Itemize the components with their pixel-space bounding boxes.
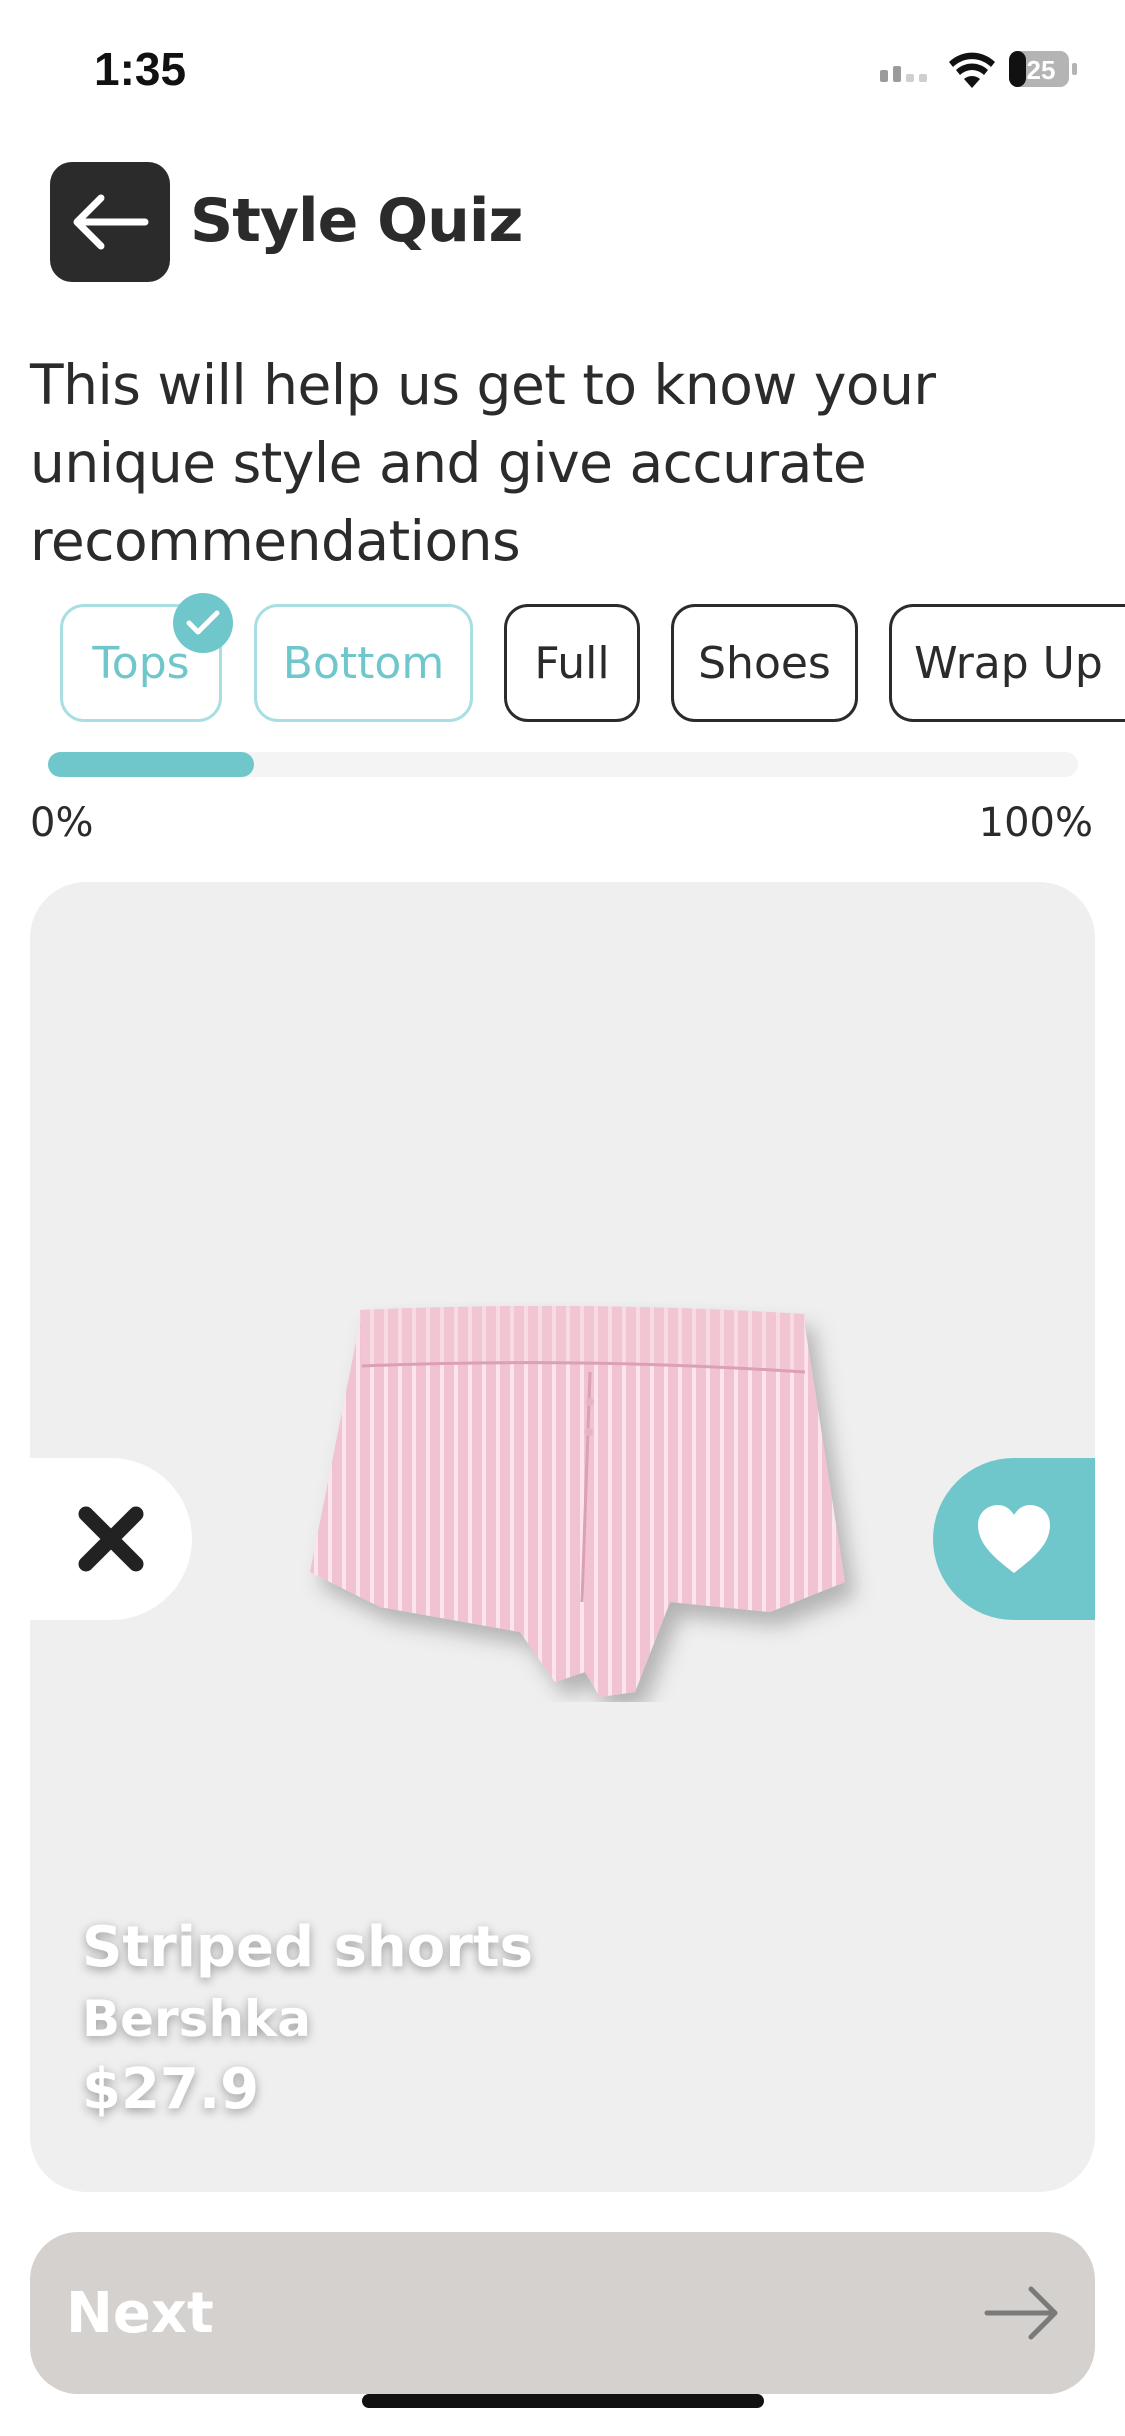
page-title: Style Quiz [190, 186, 523, 256]
progress-bar [48, 752, 1078, 777]
status-time: 1:35 [94, 43, 187, 95]
wifi-icon [949, 52, 995, 88]
tab-label: Full [534, 637, 610, 689]
tab-bottom[interactable]: Bottom [254, 604, 473, 722]
status-bar: 1:35 25 [0, 0, 1125, 140]
home-indicator [362, 2394, 764, 2408]
product-card[interactable]: Striped shorts Bershka $27.9 [30, 882, 1095, 2192]
tab-full[interactable]: Full [504, 604, 640, 722]
product-price: $27.9 [82, 2057, 260, 2122]
tab-tops[interactable]: Tops [60, 593, 233, 722]
product-brand: Bershka [82, 1990, 312, 2048]
tab-shoes[interactable]: Shoes [671, 604, 858, 722]
cellular-signal-icon [880, 66, 927, 82]
progress-fill [48, 752, 254, 777]
arrow-left-icon [73, 194, 149, 250]
quiz-category-tabs: Tops Bottom Full Shoes Wrap Up [0, 593, 1125, 726]
tab-label: Tops [92, 637, 190, 689]
battery-level: 25 [1027, 55, 1056, 85]
check-icon [173, 593, 233, 653]
dislike-button[interactable] [30, 1458, 192, 1620]
product-info: Striped shorts Bershka $27.9 [82, 1912, 533, 2126]
progress-start-label: 0% [30, 800, 94, 846]
next-button-label: Next [66, 2280, 214, 2346]
arrow-right-icon [984, 2286, 1058, 2340]
close-icon [78, 1506, 144, 1572]
heart-icon [978, 1505, 1050, 1573]
tab-label: Wrap Up [914, 637, 1103, 689]
tab-label: Shoes [698, 637, 831, 689]
back-button[interactable] [50, 162, 170, 282]
product-image [310, 1305, 845, 1697]
like-button[interactable] [933, 1458, 1095, 1620]
battery-icon: 25 [1008, 50, 1078, 88]
tab-label: Bottom [282, 637, 445, 689]
product-name: Striped shorts [82, 1915, 533, 1980]
tab-wrap-up[interactable]: Wrap Up [889, 604, 1125, 722]
progress-end-label: 100% [978, 800, 1093, 846]
next-button[interactable]: Next [30, 2232, 1095, 2394]
intro-text: This will help us get to know your uniqu… [30, 353, 936, 573]
